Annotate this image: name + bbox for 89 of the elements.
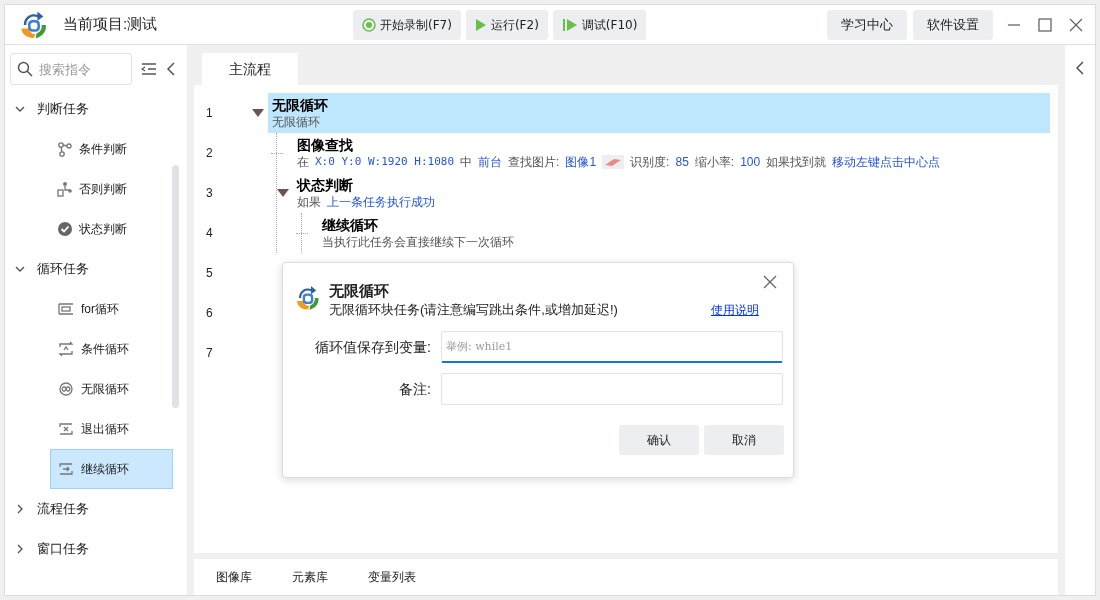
collapse-list-icon[interactable] xyxy=(141,62,157,76)
line-number: 2 xyxy=(206,145,214,162)
command-item[interactable]: 状态判断 xyxy=(50,209,173,249)
parameter-link[interactable]: 100 xyxy=(740,154,761,170)
flow-step[interactable]: 图像查找 在 X:0 Y:0 W:1920 H:1080 中 前台 查找图片: 图像1 识别度: 85 缩小率: 100 如果找到就 移动左键点击中心点 xyxy=(293,133,1050,173)
chevron-right-icon xyxy=(15,504,25,514)
parameter-link[interactable]: 85 xyxy=(675,154,689,170)
branch-icon xyxy=(57,141,73,157)
step-title: 图像查找 xyxy=(297,136,354,154)
project-title: 当前项目:测试 xyxy=(63,14,159,35)
dialog-button[interactable]: 确认 xyxy=(619,425,699,455)
play-icon xyxy=(474,17,487,32)
step-play-icon xyxy=(561,17,578,32)
header-button[interactable]: 学习中心 xyxy=(827,9,907,40)
command-item[interactable]: for循环 xyxy=(50,289,173,329)
description-text: 查找图片: xyxy=(508,154,560,170)
chevron-left-icon[interactable] xyxy=(166,62,176,76)
chevron-right-icon xyxy=(15,544,25,554)
parameter-link[interactable]: 移动左键点击中心点 xyxy=(832,154,941,170)
bottom-tab[interactable]: 变量列表 xyxy=(368,568,416,586)
line-number: 7 xyxy=(206,345,214,362)
scrollbar[interactable] xyxy=(172,165,179,408)
field-label: 循环值保存到变量: xyxy=(314,337,432,357)
parameter-link[interactable]: 前台 xyxy=(478,154,503,170)
flow-node-icon xyxy=(57,181,73,197)
category-header[interactable]: 判断任务 xyxy=(5,89,187,129)
command-item[interactable]: 否则判断 xyxy=(50,169,173,209)
toolbar-button[interactable]: 开始录制(F7) xyxy=(353,9,461,40)
parameter-link[interactable]: 上一条任务执行成功 xyxy=(327,194,435,210)
description-text: 如果找到就 xyxy=(766,154,827,170)
description-text: 如果 xyxy=(297,194,321,210)
command-item[interactable]: 无限循环 xyxy=(50,369,173,409)
record-icon xyxy=(362,17,376,32)
description-text: 在 xyxy=(297,154,309,170)
editor-tab[interactable]: 主流程 xyxy=(202,53,298,85)
category-header[interactable]: 循环任务 xyxy=(5,249,187,289)
text-field[interactable] xyxy=(441,373,783,405)
bottom-tab[interactable]: 元素库 xyxy=(292,568,328,586)
search-icon xyxy=(17,61,33,77)
command-item[interactable]: 条件判断 xyxy=(50,129,173,169)
infinite-loop-icon xyxy=(57,381,75,397)
line-number: 1 xyxy=(206,105,214,122)
line-number: 6 xyxy=(206,305,214,322)
loop-exit-icon xyxy=(57,421,75,437)
collapse-triangle-icon[interactable] xyxy=(277,189,289,197)
line-number: 4 xyxy=(206,225,214,242)
loop-arrows-icon xyxy=(57,341,75,357)
line-number: 5 xyxy=(206,265,214,282)
command-item[interactable]: 继续循环 xyxy=(50,449,173,489)
dialog-title: 无限循环 xyxy=(329,281,390,301)
image-thumbnail-icon xyxy=(602,155,625,169)
parameter-link[interactable]: 图像1 xyxy=(565,154,597,170)
category-header[interactable]: 流程任务 xyxy=(5,489,187,529)
loop-box-icon xyxy=(57,301,75,317)
close-icon[interactable] xyxy=(763,275,777,289)
description-text: 中 xyxy=(460,154,473,170)
close-icon[interactable] xyxy=(1069,17,1083,32)
step-title: 状态判断 xyxy=(297,176,354,194)
region-value[interactable]: X:0 Y:0 W:1920 H:1080 xyxy=(315,154,455,170)
chevron-down-icon xyxy=(15,104,25,114)
flow-step[interactable]: 状态判断 如果 上一条任务执行成功 xyxy=(293,173,1050,213)
chevron-left-icon[interactable] xyxy=(1075,61,1085,75)
line-number: 3 xyxy=(206,185,214,202)
step-title: 无限循环 xyxy=(272,96,329,114)
dialog-subtitle: 无限循环块任务(请注意编写跳出条件,或增加延迟!) xyxy=(329,301,618,319)
search-field[interactable]: 搜索指令 xyxy=(10,53,132,85)
flow-step[interactable]: 继续循环 当执行此任务会直接继续下一次循环 xyxy=(318,213,1050,253)
command-item[interactable]: 条件循环 xyxy=(50,329,173,369)
toolbar-button[interactable]: 运行(F2) xyxy=(465,9,548,40)
chevron-down-icon xyxy=(15,264,25,274)
description-text: 缩小率: xyxy=(694,154,735,170)
description-text: 无限循环 xyxy=(272,114,320,130)
header-button[interactable]: 软件设置 xyxy=(913,9,993,40)
field-label: 备注: xyxy=(398,379,432,399)
check-circle-icon xyxy=(57,221,73,237)
category-header[interactable]: 窗口任务 xyxy=(5,529,187,569)
maximize-icon[interactable] xyxy=(1038,17,1052,32)
flow-step[interactable]: 无限循环 无限循环 xyxy=(268,93,1050,133)
toolbar-button[interactable]: 调试(F10) xyxy=(552,9,647,40)
collapse-triangle-icon[interactable] xyxy=(252,109,264,117)
dialog-button[interactable]: 取消 xyxy=(704,425,784,455)
description-text: 当执行此任务会直接继续下一次循环 xyxy=(322,234,514,250)
step-title: 继续循环 xyxy=(322,216,379,234)
command-item[interactable]: 退出循环 xyxy=(50,409,173,449)
description-text: 识别度: xyxy=(630,154,670,170)
help-link[interactable]: 使用说明 xyxy=(711,301,759,319)
bottom-tab[interactable]: 图像库 xyxy=(216,568,252,586)
loop-continue-icon xyxy=(57,461,75,477)
text-field[interactable]: 举例: while1 xyxy=(441,331,783,363)
